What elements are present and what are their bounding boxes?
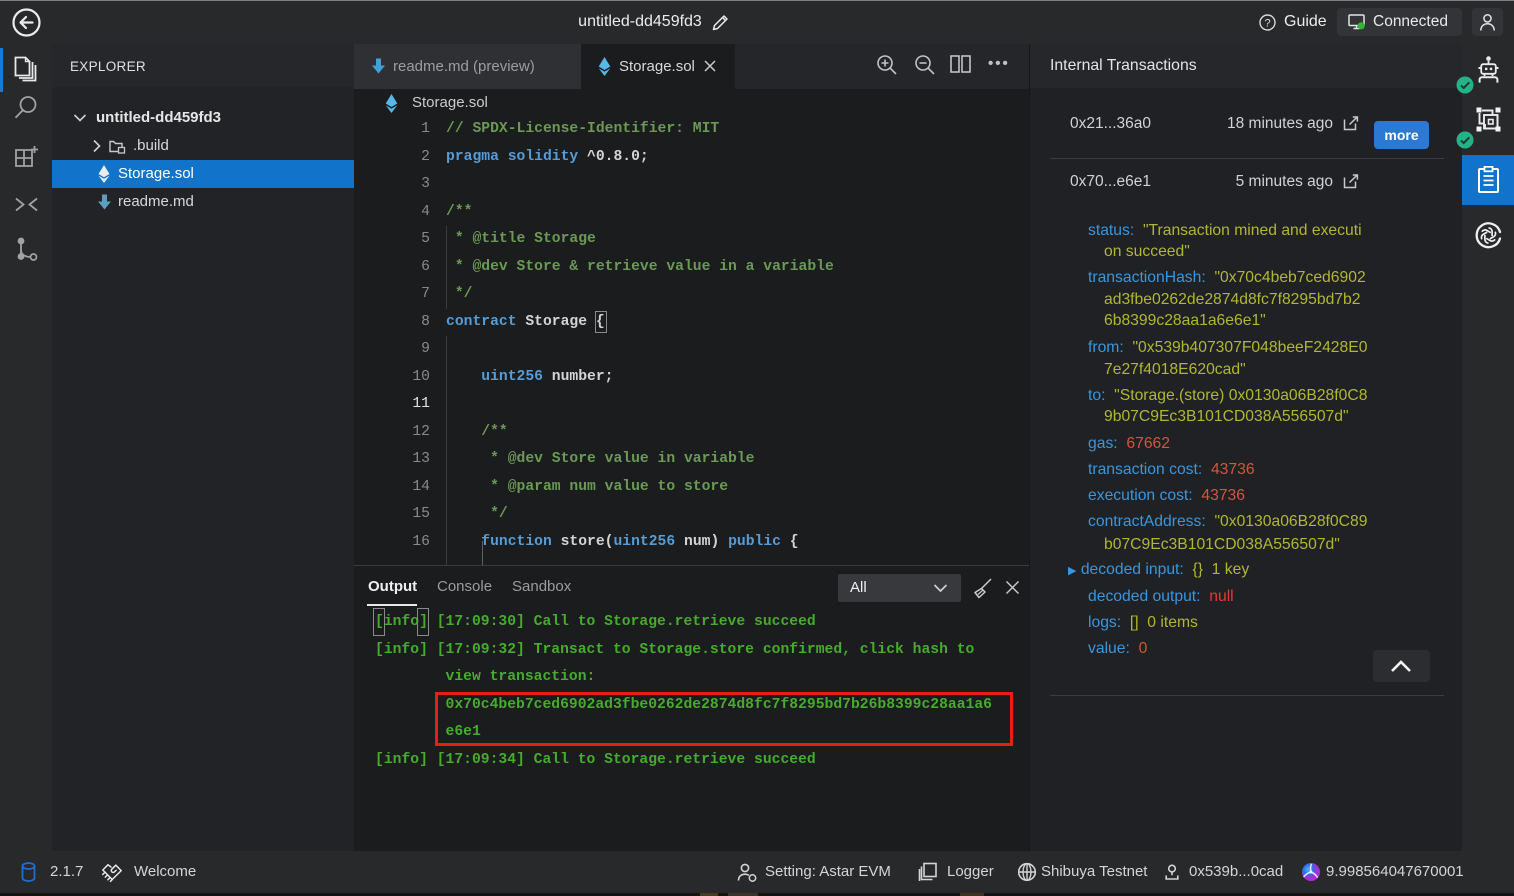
svg-text:?: ? bbox=[1264, 17, 1270, 29]
